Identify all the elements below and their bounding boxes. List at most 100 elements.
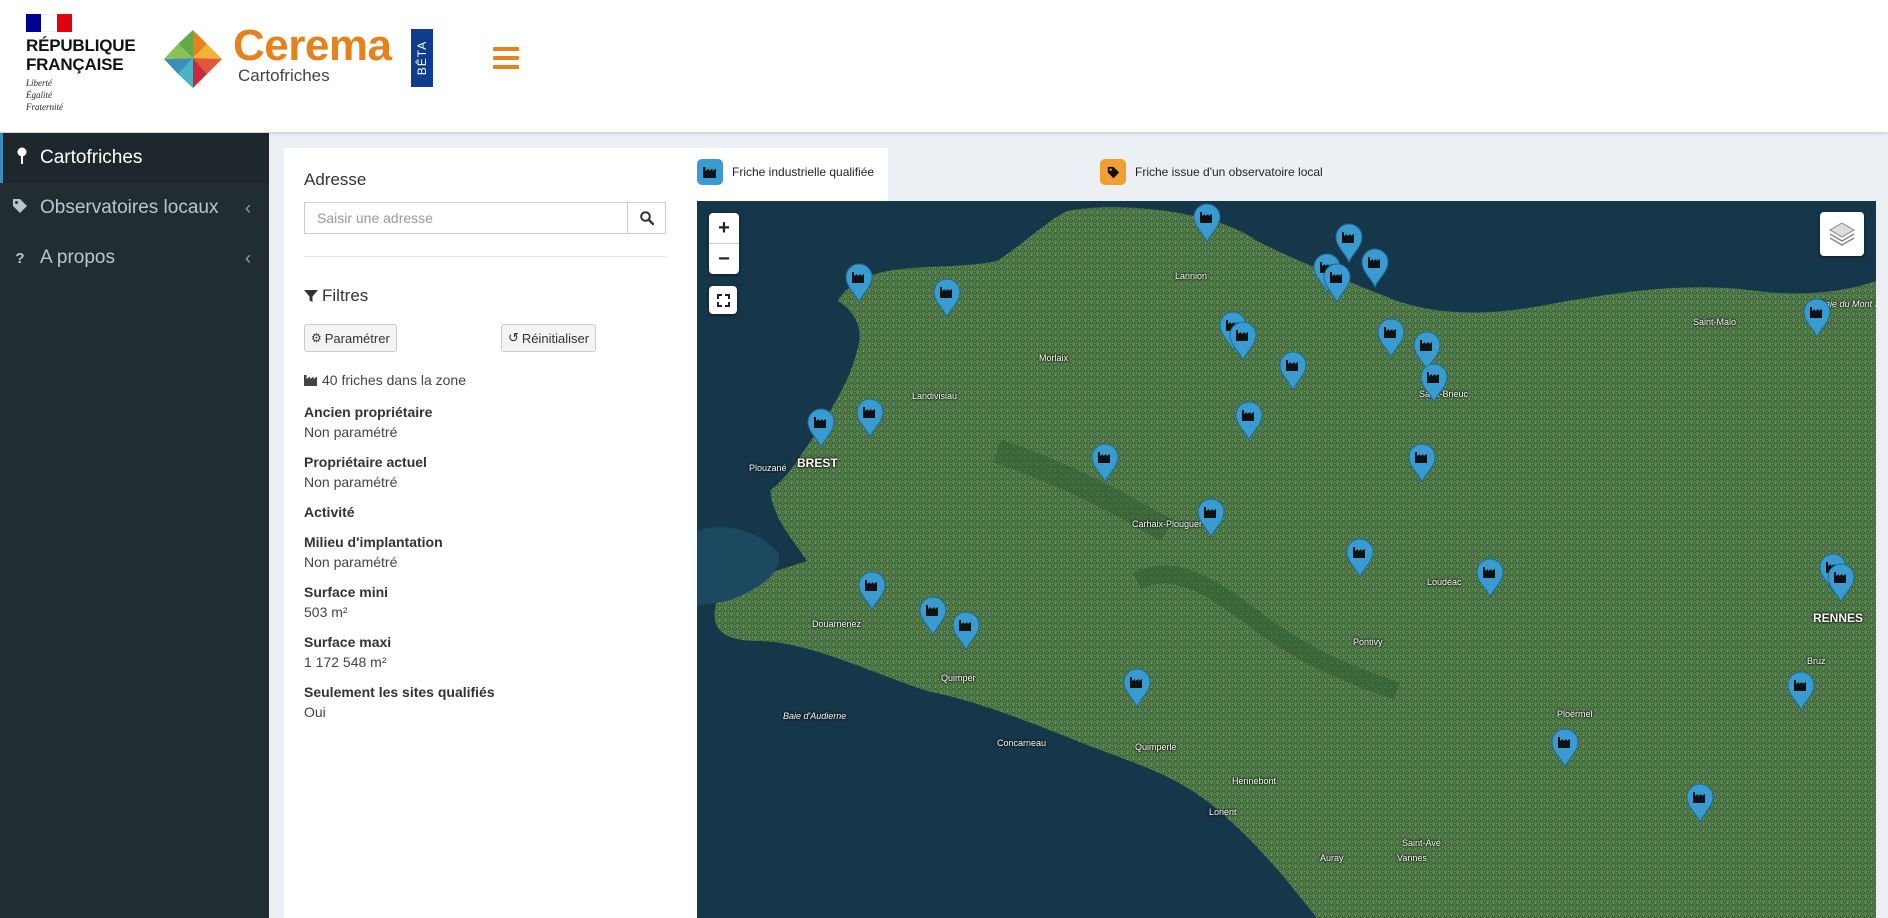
sidebar-item-label: A propos <box>40 247 115 268</box>
industrial-site-marker[interactable] <box>1419 363 1449 404</box>
city-label: Pontivy <box>1353 637 1383 647</box>
question-icon: ? <box>15 249 25 267</box>
city-label: Baie d'Audierne <box>783 711 847 721</box>
filter-sites-qualifies: Seulement les sites qualifiés Oui <box>304 682 495 722</box>
filters-title: Filtres <box>322 286 369 305</box>
city-label: Morlaix <box>1039 353 1069 363</box>
filter-surface-mini: Surface mini 503 m² <box>304 582 388 622</box>
divider <box>304 256 666 257</box>
friches-count-text: 40 friches dans la zone <box>322 372 466 388</box>
zoom-in-button[interactable]: + <box>709 213 739 243</box>
city-label: Lannion <box>1175 271 1208 281</box>
filter-surface-maxi: Surface maxi 1 172 548 m² <box>304 632 391 672</box>
industrial-site-marker[interactable] <box>1345 538 1375 579</box>
city-label: Bruz <box>1807 656 1826 666</box>
industrial-site-marker[interactable] <box>855 398 885 439</box>
industrial-site-marker[interactable] <box>1322 263 1352 304</box>
republique-francaise-logo: RÉPUBLIQUE FRANÇAISE Liberté Égalité Fra… <box>26 14 146 113</box>
industrial-site-marker[interactable] <box>1826 563 1856 604</box>
industrial-site-marker[interactable] <box>857 571 887 612</box>
address-search <box>304 202 666 234</box>
city-label: Ploërmel <box>1557 709 1593 719</box>
filter-label: Ancien propriétaire <box>304 404 433 420</box>
industrial-site-marker[interactable] <box>951 611 981 652</box>
sidebar-item-apropos[interactable]: ? A propos ‹ <box>0 233 269 283</box>
city-label: Landivisiau <box>912 391 958 401</box>
filters-heading: Filtres <box>304 286 368 306</box>
industrial-site-marker[interactable] <box>1192 203 1222 244</box>
city-label: Hennebont <box>1232 776 1277 786</box>
industry-icon <box>697 159 723 185</box>
filter-proprietaire-actuel: Propriétaire actuel Non paramétré <box>304 452 427 492</box>
layers-icon <box>1829 222 1855 246</box>
rf-title-line1: RÉPUBLIQUE <box>26 36 136 55</box>
industrial-site-marker[interactable] <box>1376 318 1406 359</box>
industrial-site-marker[interactable] <box>1196 498 1226 539</box>
search-button[interactable] <box>627 202 666 234</box>
chevron-left-icon: ‹ <box>245 197 251 218</box>
industrial-site-marker[interactable] <box>1802 298 1832 339</box>
filter-activite: Activité <box>304 502 355 522</box>
filter-value: Non paramétré <box>304 474 398 490</box>
filter-label: Propriétaire actuel <box>304 454 427 470</box>
sidebar-item-label: Cartofriches <box>40 147 143 168</box>
filter-ancien-proprietaire: Ancien propriétaire Non paramétré <box>304 402 432 442</box>
reset-label: Réinitialiser <box>521 330 590 346</box>
city-label: Saint-Malo <box>1693 317 1737 327</box>
industrial-site-marker[interactable] <box>1786 671 1816 712</box>
industrial-site-marker[interactable] <box>1685 783 1715 824</box>
map-pin-icon <box>3 147 40 169</box>
friches-count: 40 friches dans la zone <box>304 372 466 388</box>
industrial-site-marker[interactable] <box>844 263 874 304</box>
industrial-site-marker[interactable] <box>806 408 836 449</box>
industrial-site-marker[interactable] <box>918 596 948 637</box>
filter-label: Milieu d'implantation <box>304 534 443 550</box>
address-input[interactable] <box>304 202 627 234</box>
zoom-out-button[interactable]: − <box>709 243 739 274</box>
city-label: BREST <box>797 456 838 470</box>
industrial-site-marker[interactable] <box>1090 443 1120 484</box>
city-label: Vannes <box>1397 853 1427 863</box>
legend-industrial: Friche industrielle qualifiée <box>697 159 874 185</box>
filter-value: Non paramétré <box>304 424 398 440</box>
industrial-site-marker[interactable] <box>1407 443 1437 484</box>
industrial-site-marker[interactable] <box>1228 321 1258 362</box>
filter-value: 1 172 548 m² <box>304 654 387 670</box>
gear-icon: ⚙ <box>311 331 322 345</box>
filter-value: Oui <box>304 704 326 720</box>
address-label: Adresse <box>304 170 367 189</box>
industrial-site-marker[interactable] <box>1475 558 1505 599</box>
rf-motto-liberte: Liberté <box>26 78 52 88</box>
industrial-site-marker[interactable] <box>932 278 962 319</box>
fullscreen-icon <box>716 293 730 307</box>
beta-badge: BÊTA <box>411 29 433 87</box>
brand-subtitle: Cartofriches <box>238 66 330 85</box>
industrial-site-marker[interactable] <box>1122 668 1152 709</box>
configure-button[interactable]: ⚙ Paramétrer <box>304 324 397 352</box>
industrial-site-marker[interactable] <box>1278 351 1308 392</box>
map-view[interactable]: Lannion Morlaix Landivisiau Plouzané BRE… <box>697 201 1876 918</box>
layers-button[interactable] <box>1820 212 1864 256</box>
reset-button[interactable]: ↺ Réinitialiser <box>501 324 597 352</box>
fullscreen-button[interactable] <box>709 286 737 314</box>
rf-title-line2: FRANÇAISE <box>26 55 124 74</box>
city-label: Lorient <box>1209 807 1237 817</box>
industry-icon <box>304 375 317 386</box>
sidebar-item-cartofriches[interactable]: Cartofriches <box>0 133 269 183</box>
industrial-site-marker[interactable] <box>1550 728 1580 769</box>
french-flag-icon <box>26 14 72 32</box>
rf-motto-egalite: Égalité <box>26 90 52 100</box>
configure-label: Paramétrer <box>324 330 390 346</box>
cerema-logo-icon <box>164 30 222 88</box>
industrial-site-marker[interactable] <box>1360 248 1390 289</box>
search-icon <box>639 211 654 225</box>
filter-label: Seulement les sites qualifiés <box>304 684 495 700</box>
city-label: Auray <box>1320 853 1344 863</box>
industrial-site-marker[interactable] <box>1234 401 1264 442</box>
menu-toggle-icon[interactable] <box>493 47 519 69</box>
sidebar-item-label: Observatoires locaux <box>40 197 219 218</box>
city-label: Douarnenez <box>812 619 862 629</box>
top-header: RÉPUBLIQUE FRANÇAISE Liberté Égalité Fra… <box>0 0 1888 132</box>
legend-observatory-label: Friche issue d'un observatoire local <box>1135 165 1323 179</box>
sidebar-item-observatoires[interactable]: Observatoires locaux ‹ <box>0 183 269 233</box>
